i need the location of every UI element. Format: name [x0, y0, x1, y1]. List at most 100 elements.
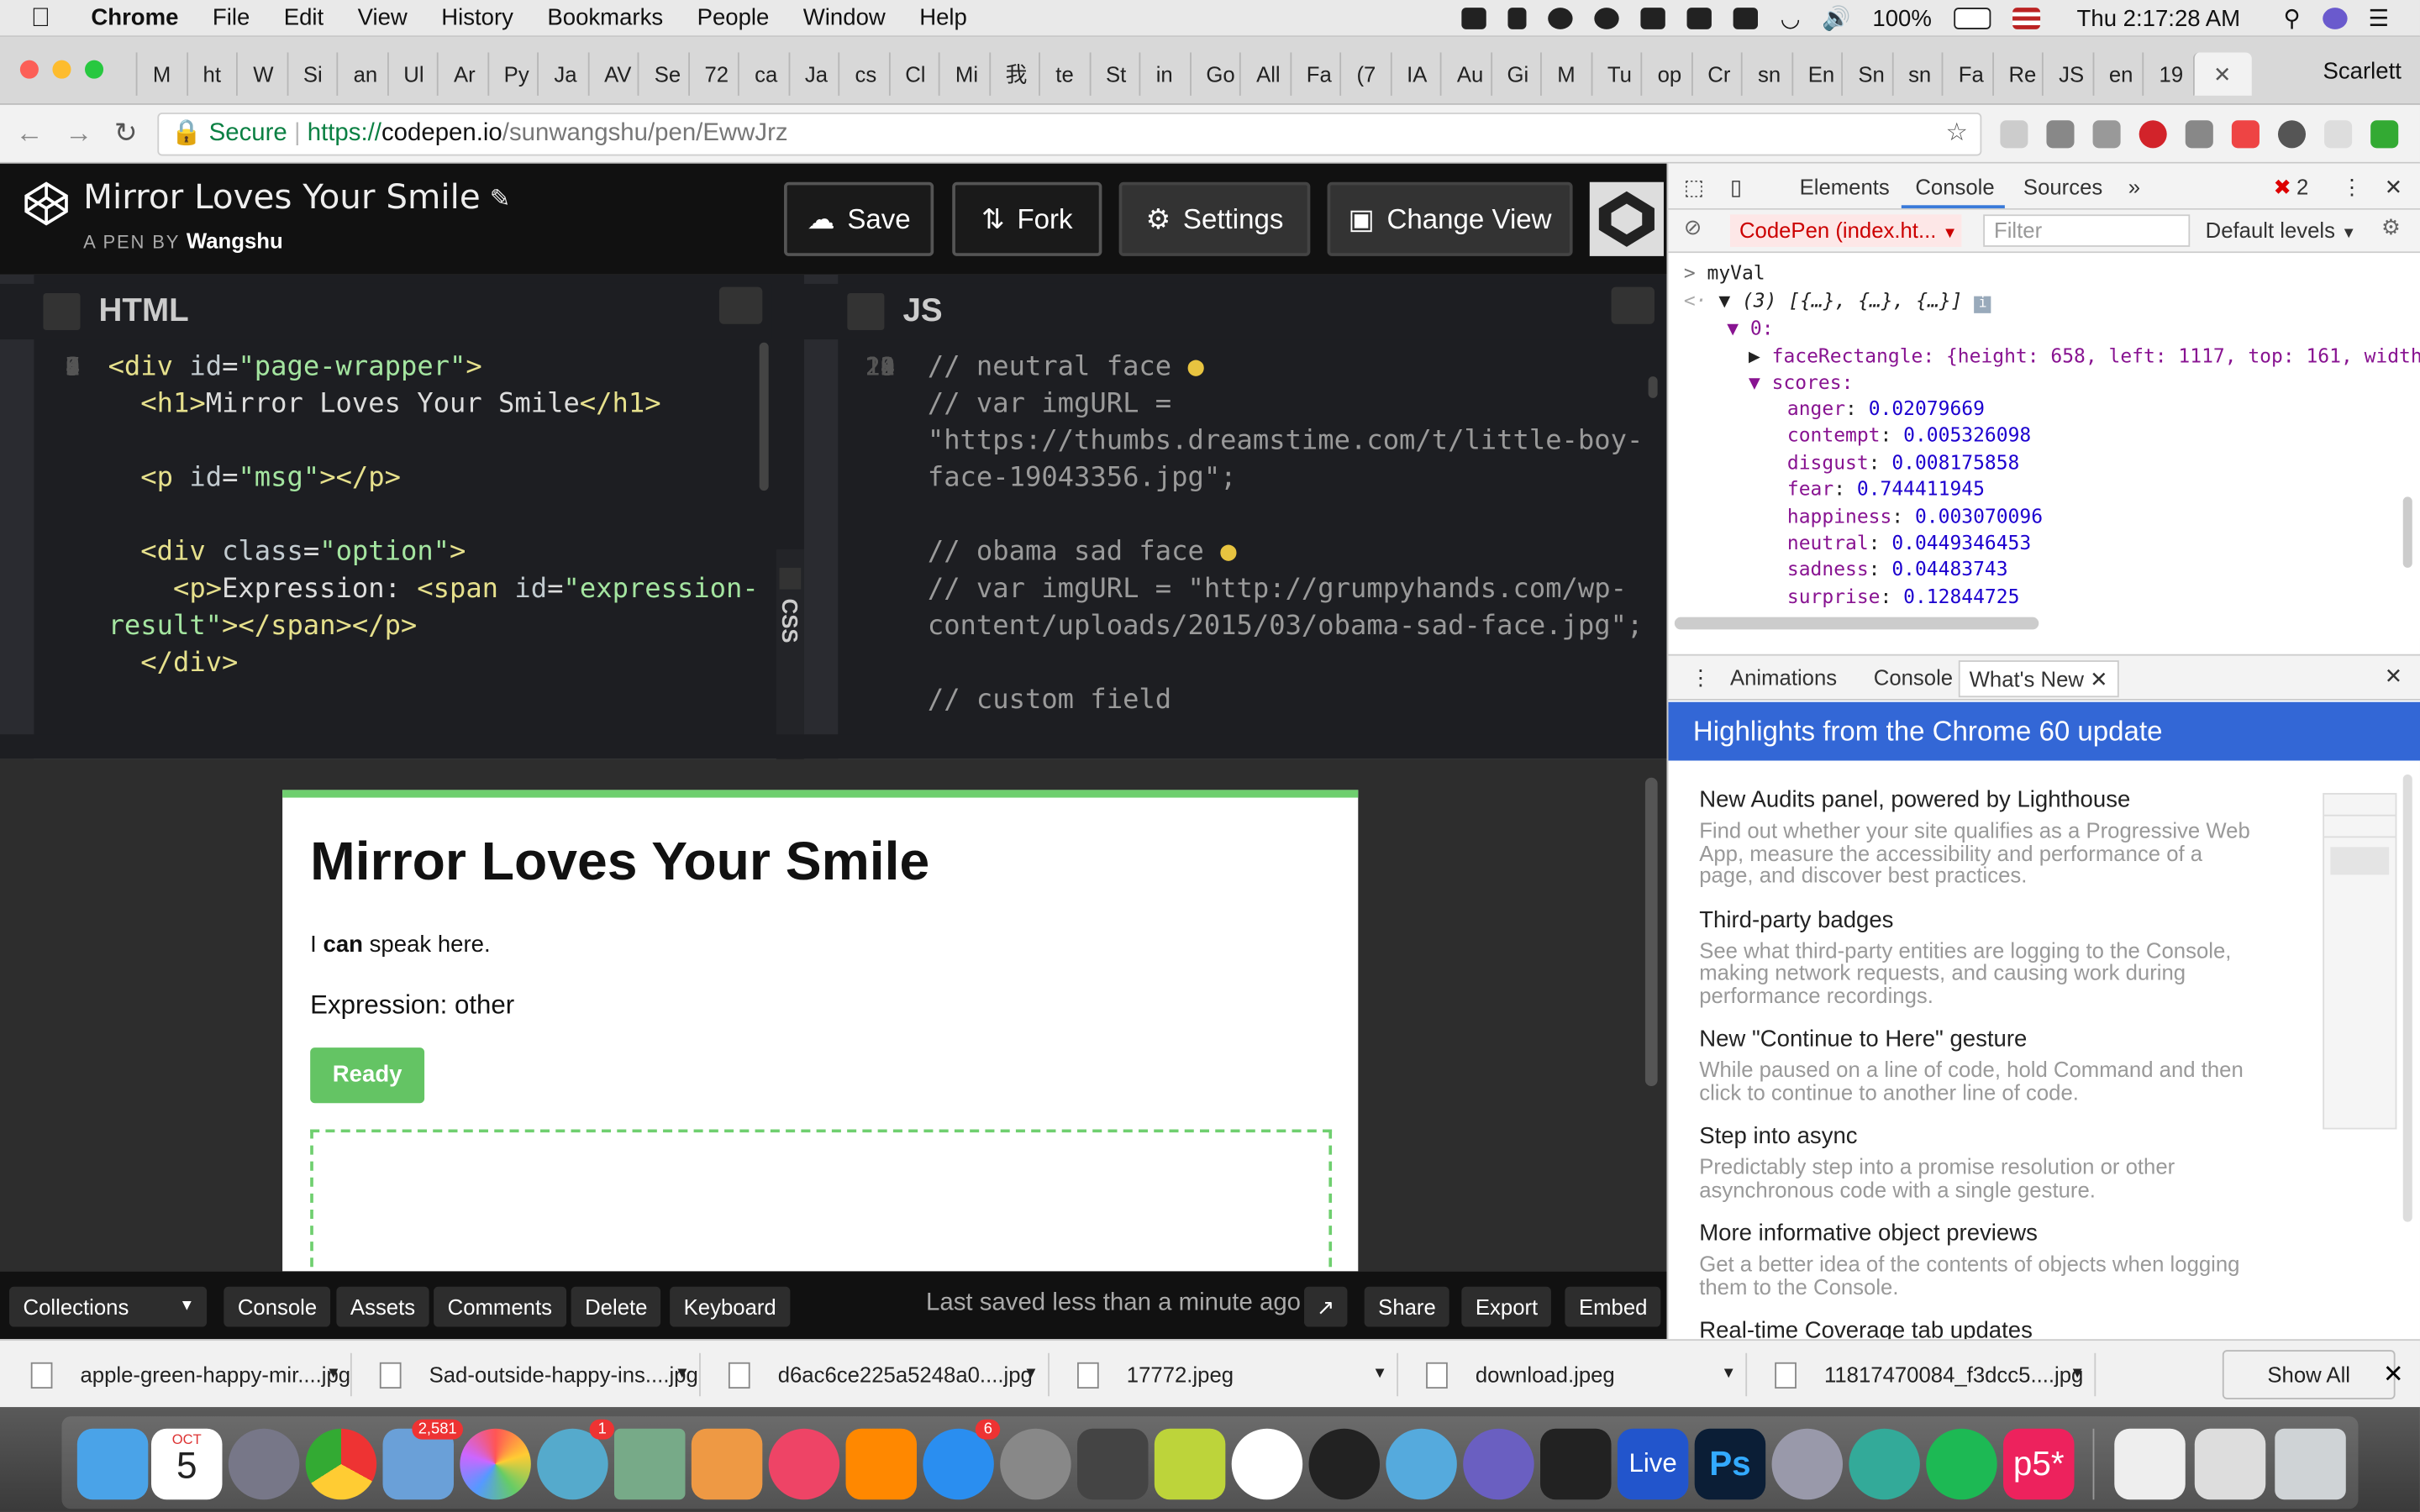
close-tab-icon[interactable]: ✕: [2090, 666, 2108, 690]
zoom-window-icon[interactable]: [85, 60, 104, 79]
download-item[interactable]: download.jpeg ▼: [1407, 1352, 1748, 1397]
trash-icon[interactable]: [2275, 1428, 2346, 1500]
download-item[interactable]: 11817470084_f3dcc5....jpg ▼: [1756, 1352, 2096, 1397]
score-row[interactable]: sadness: 0.04483743: [1787, 556, 2043, 583]
browser-tab[interactable]: Sn: [1841, 52, 1891, 96]
whats-new-item[interactable]: More informative object previews Get a be…: [1699, 1221, 2254, 1298]
chrome-menu-icon[interactable]: [2324, 120, 2353, 149]
chrome-icon[interactable]: [305, 1428, 377, 1500]
status-app-icon[interactable]: [1549, 8, 1574, 29]
extension-2-icon[interactable]: [2046, 120, 2075, 149]
ready-button[interactable]: Ready: [310, 1047, 425, 1104]
download-item[interactable]: d6ac6ce225a5248a0....jpg ▼: [710, 1352, 1050, 1397]
browser-tab[interactable]: ht: [186, 52, 236, 96]
menu-help[interactable]: Help: [919, 5, 967, 31]
html-collapse-chevron-icon[interactable]: [718, 286, 763, 324]
spotify-icon[interactable]: [1926, 1428, 1997, 1500]
browser-tab[interactable]: ca: [737, 52, 788, 96]
drawer-tab-whats-new[interactable]: What's New ✕: [1958, 660, 2119, 698]
collections-button[interactable]: Collections ▼: [9, 1286, 208, 1327]
apple-menu-icon[interactable]: : [31, 3, 50, 34]
settings-button[interactable]: ⚙ Settings: [1118, 181, 1311, 256]
extension-1-icon[interactable]: [2000, 120, 2028, 149]
download-options-chevron-icon[interactable]: ▼: [675, 1353, 690, 1396]
assets-button[interactable]: Assets: [336, 1286, 429, 1327]
browser-tab[interactable]: Ul: [387, 52, 437, 96]
spotlight-search-icon[interactable]: ⚲: [2283, 5, 2300, 32]
p5-icon[interactable]: p5*: [2003, 1428, 2075, 1500]
open-external-icon[interactable]: ↗: [1304, 1286, 1348, 1327]
mail-icon[interactable]: 2,581: [382, 1419, 464, 1500]
score-row[interactable]: happiness: 0.003070096: [1787, 502, 2043, 529]
mindnode-icon[interactable]: [1154, 1428, 1226, 1500]
close-drawer-icon[interactable]: ✕: [2385, 664, 2403, 690]
html-scrollbar[interactable]: [759, 342, 769, 491]
finder-icon[interactable]: [76, 1428, 149, 1500]
pinterest-icon[interactable]: [2139, 120, 2167, 149]
browser-tab[interactable]: Mi: [938, 52, 989, 96]
browser-tab[interactable]: Ja: [537, 52, 587, 96]
camera-icon[interactable]: [2185, 120, 2213, 149]
browser-tab[interactable]: M: [1540, 52, 1591, 96]
menu-history[interactable]: History: [441, 5, 513, 31]
filter-input[interactable]: Filter: [1983, 214, 2191, 247]
edit-pencil-icon[interactable]: ✎: [490, 184, 511, 213]
html-code[interactable]: <div id="page-wrapper"> <h1>Mirror Loves…: [108, 349, 759, 682]
browser-tab[interactable]: Go: [1189, 52, 1239, 96]
downloads-stack-icon[interactable]: [2194, 1428, 2266, 1500]
clock[interactable]: Thu 2:17:28 AM: [2077, 5, 2241, 31]
launchpad-icon[interactable]: [228, 1428, 300, 1500]
ibooks-icon[interactable]: [845, 1428, 917, 1500]
browser-tab[interactable]: Fa: [1289, 52, 1340, 96]
browser-tab[interactable]: All: [1239, 52, 1290, 96]
atom-icon[interactable]: [1849, 1428, 1920, 1500]
menu-people[interactable]: People: [697, 5, 770, 31]
update-icon[interactable]: [2370, 120, 2399, 149]
browser-tab[interactable]: Fa: [1941, 52, 1992, 96]
location-icon[interactable]: [1508, 8, 1528, 29]
error-icon[interactable]: ✖: [2273, 175, 2291, 201]
browser-tab[interactable]: M: [135, 52, 187, 96]
photoshop-icon[interactable]: Ps: [1694, 1428, 1766, 1500]
console-button[interactable]: Console: [224, 1286, 331, 1327]
menu-edit[interactable]: Edit: [284, 5, 324, 31]
whats-new-item[interactable]: New "Continue to Here" gesture While paus…: [1699, 1026, 2254, 1103]
score-row[interactable]: contempt: 0.005326098: [1787, 422, 2043, 449]
export-button[interactable]: Export: [1461, 1286, 1552, 1327]
browser-tab[interactable]: 72: [687, 52, 738, 96]
browser-tab[interactable]: sn: [1891, 52, 1942, 96]
wechat-dock-icon[interactable]: [1231, 1428, 1303, 1500]
download-options-chevron-icon[interactable]: ▼: [2070, 1353, 2085, 1396]
browser-tab[interactable]: Ja: [787, 52, 839, 96]
fork-button[interactable]: ⇅ Fork: [952, 181, 1102, 256]
browser-tab[interactable]: AV: [587, 52, 638, 96]
score-row[interactable]: disgust: 0.008175858: [1787, 449, 2043, 475]
share-button[interactable]: Share: [1364, 1286, 1450, 1327]
inspect-element-icon[interactable]: ⬚: [1684, 175, 1704, 201]
console-h-scrollbar[interactable]: [1674, 617, 2039, 630]
log-levels-dropdown[interactable]: Default levels ▼: [2206, 218, 2357, 242]
download-options-chevron-icon[interactable]: ▼: [1023, 1353, 1039, 1396]
css-gear-icon[interactable]: [779, 567, 802, 590]
react-devtools-icon[interactable]: [2277, 120, 2307, 149]
browser-tab[interactable]: Tu: [1590, 52, 1641, 96]
js-scrollbar[interactable]: [1648, 376, 1658, 398]
browser-tab[interactable]: Si: [286, 52, 337, 96]
scores-line[interactable]: ▼ scores:: [1749, 369, 1853, 396]
pen-title[interactable]: Mirror Loves Your Smile ✎: [83, 179, 510, 218]
forward-icon[interactable]: →: [65, 118, 92, 150]
profile-name[interactable]: Scarlett: [2323, 59, 2401, 85]
console-v-scrollbar[interactable]: [2402, 496, 2412, 568]
clear-console-icon[interactable]: ⊘: [1684, 214, 1702, 240]
context-selector[interactable]: CodePen (index.ht... ▼: [1729, 214, 1962, 247]
browser-tab[interactable]: Gi: [1490, 52, 1540, 96]
bookmark-star-icon[interactable]: ☆: [1945, 114, 1967, 155]
minimize-window-icon[interactable]: [52, 60, 71, 79]
drawer-tab-animations[interactable]: Animations: [1730, 665, 1837, 690]
browser-tab[interactable]: Py: [487, 52, 537, 96]
calendar-icon[interactable]: OCT 5: [150, 1428, 223, 1500]
app-bird-icon[interactable]: [1386, 1428, 1457, 1500]
dropbox-icon[interactable]: [1462, 8, 1487, 29]
browser-tab[interactable]: cs: [838, 52, 888, 96]
user-avatar[interactable]: [1589, 181, 1664, 256]
